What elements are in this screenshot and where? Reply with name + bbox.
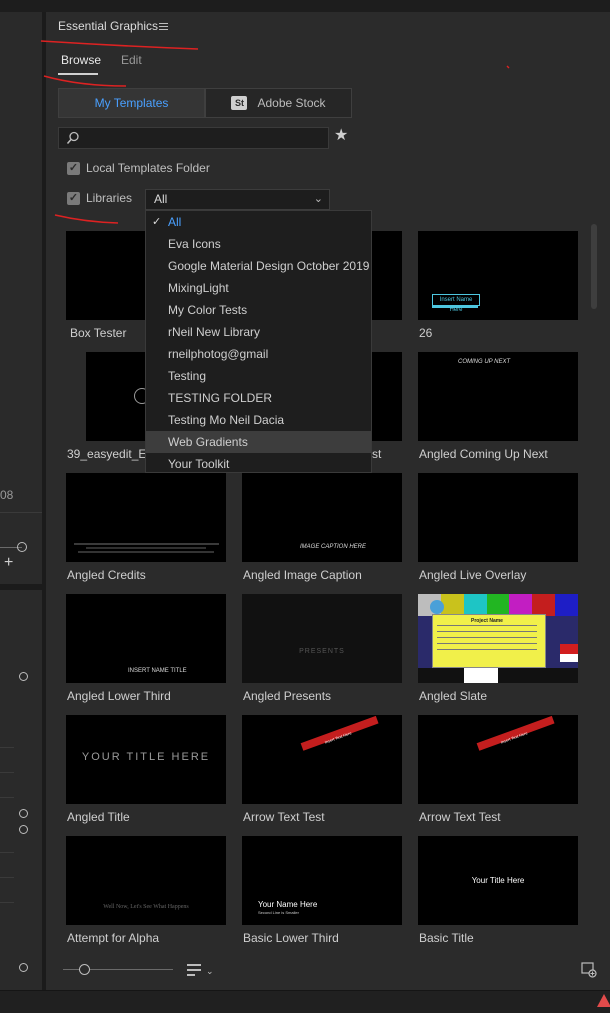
- template-thumbnail[interactable]: Project Name: [418, 594, 578, 683]
- template-thumbnail[interactable]: COMING UP NEXT: [418, 352, 578, 441]
- divider: [0, 772, 14, 773]
- template-label: Arrow Text Test: [419, 810, 501, 824]
- color-bars-bottom: [418, 668, 578, 683]
- color-bars-white: [464, 668, 498, 683]
- thumbnail-credits-line: [74, 543, 219, 545]
- thumbnail-subtext: Second Line is Smaller: [258, 910, 299, 915]
- scrollbar[interactable]: [588, 222, 598, 952]
- template-label: Arrow Text Test: [243, 810, 325, 824]
- left-scroll-knob[interactable]: [19, 672, 28, 681]
- template-thumbnail[interactable]: Your Title Here: [418, 836, 578, 925]
- template-label: Attempt for Alpha: [67, 931, 160, 945]
- template-label: Basic Lower Third: [243, 931, 339, 945]
- template-label: Angled Live Overlay: [419, 568, 527, 582]
- template-thumbnail[interactable]: Insert Name Here: [418, 231, 578, 320]
- dropdown-option[interactable]: TESTING FOLDER: [146, 387, 371, 409]
- divider: [0, 584, 42, 590]
- slider-knob[interactable]: [79, 964, 90, 975]
- left-panel-value: 08: [0, 488, 14, 502]
- dropdown-option[interactable]: MixingLight: [146, 277, 371, 299]
- divider: [0, 852, 14, 853]
- chevron-down-icon[interactable]: ⌄: [206, 966, 214, 977]
- template-label: Angled Lower Third: [67, 689, 171, 703]
- thumbnail-credits-line: [86, 547, 206, 549]
- template-thumbnail[interactable]: Insert Text Here: [242, 715, 402, 804]
- divider: [0, 877, 14, 878]
- divider: [0, 797, 14, 798]
- slate-line: [437, 625, 537, 626]
- slate-line: [437, 637, 537, 638]
- thumbnail-text: Project Name: [471, 618, 503, 624]
- thumbnail-text: IMAGE CAPTION HERE: [300, 544, 367, 550]
- thumbnail-text: Your Title Here: [471, 876, 525, 885]
- left-scroll-knob[interactable]: [19, 825, 28, 834]
- dropdown-option[interactable]: rneilphotog@gmail: [146, 343, 371, 365]
- template-thumbnail[interactable]: Well Now, Let's See What Happens: [66, 836, 226, 925]
- template-label: Angled Image Caption: [243, 568, 362, 582]
- dropdown-option[interactable]: My Color Tests: [146, 299, 371, 321]
- left-scroll-knob[interactable]: [19, 809, 28, 818]
- thumbnail-text: YOUR TITLE HERE: [81, 751, 211, 763]
- template-label: 39_easyedit_Ele: [67, 447, 156, 461]
- template-label: Angled Credits: [67, 568, 146, 582]
- template-thumbnail[interactable]: Your Name Here Second Line is Smaller: [242, 836, 402, 925]
- thumbnail-text: COMING UP NEXT: [458, 359, 511, 365]
- template-label: Angled Title: [67, 810, 130, 824]
- thumbnail-text: Your Name Here: [258, 900, 318, 909]
- thumbnail-credits-line: [78, 551, 214, 553]
- dropdown-option-hovered[interactable]: Web Gradients: [146, 431, 371, 453]
- thumbnail-text: Well Now, Let's See What Happens: [103, 904, 189, 910]
- libraries-dropdown-menu: ✓ All Eva Icons Google Material Design O…: [145, 210, 372, 473]
- dropdown-option[interactable]: Your Toolkit: [146, 453, 371, 475]
- template-thumbnail[interactable]: IMAGE CAPTION HERE: [242, 473, 402, 562]
- template-label: Box Tester: [70, 326, 127, 340]
- template-thumbnail[interactable]: Insert Text Here: [418, 715, 578, 804]
- template-label: st: [372, 447, 382, 461]
- annotation-strokes: [40, 40, 510, 224]
- slate-line: [437, 649, 537, 650]
- slate-line: [437, 643, 537, 644]
- template-thumbnail[interactable]: [418, 473, 578, 562]
- template-thumbnail[interactable]: PRESENTS: [242, 594, 402, 683]
- dropdown-option[interactable]: Testing Mo Neil Dacia: [146, 409, 371, 431]
- template-label: Angled Coming Up Next: [419, 447, 548, 461]
- add-icon[interactable]: +: [4, 554, 13, 572]
- thumbnail-text: Insert Name Here: [432, 294, 480, 313]
- thumbnail-bar: [432, 306, 478, 308]
- sort-icon[interactable]: [187, 964, 201, 976]
- slate-logo: [430, 600, 444, 614]
- template-thumbnail[interactable]: [66, 473, 226, 562]
- new-item-icon[interactable]: [581, 962, 597, 978]
- divider: [0, 747, 14, 748]
- template-label: Angled Presents: [243, 689, 332, 703]
- color-bars-white: [560, 654, 578, 662]
- status-bar: [0, 990, 610, 1013]
- warning-icon[interactable]: [597, 994, 610, 1007]
- thumbnail-text: PRESENTS: [299, 648, 345, 655]
- template-label: Basic Title: [419, 931, 474, 945]
- template-thumbnail[interactable]: INSERT NAME TITLE: [66, 594, 226, 683]
- dropdown-option[interactable]: rNeil New Library: [146, 321, 371, 343]
- dropdown-option[interactable]: Google Material Design October 2019: [146, 255, 371, 277]
- divider: [0, 512, 42, 513]
- left-scroll-knob[interactable]: [19, 963, 28, 972]
- template-thumbnail[interactable]: YOUR TITLE HERE: [66, 715, 226, 804]
- slate-line: [437, 631, 537, 632]
- slate-card: Project Name: [432, 614, 546, 668]
- thumbnail-text: INSERT NAME TITLE: [128, 668, 187, 674]
- template-label: Angled Slate: [419, 689, 488, 703]
- divider: [0, 902, 14, 903]
- dropdown-option[interactable]: Testing: [146, 365, 371, 387]
- color-bars-red: [560, 644, 578, 654]
- left-slider-knob[interactable]: [17, 542, 27, 552]
- template-label: 26: [419, 326, 433, 340]
